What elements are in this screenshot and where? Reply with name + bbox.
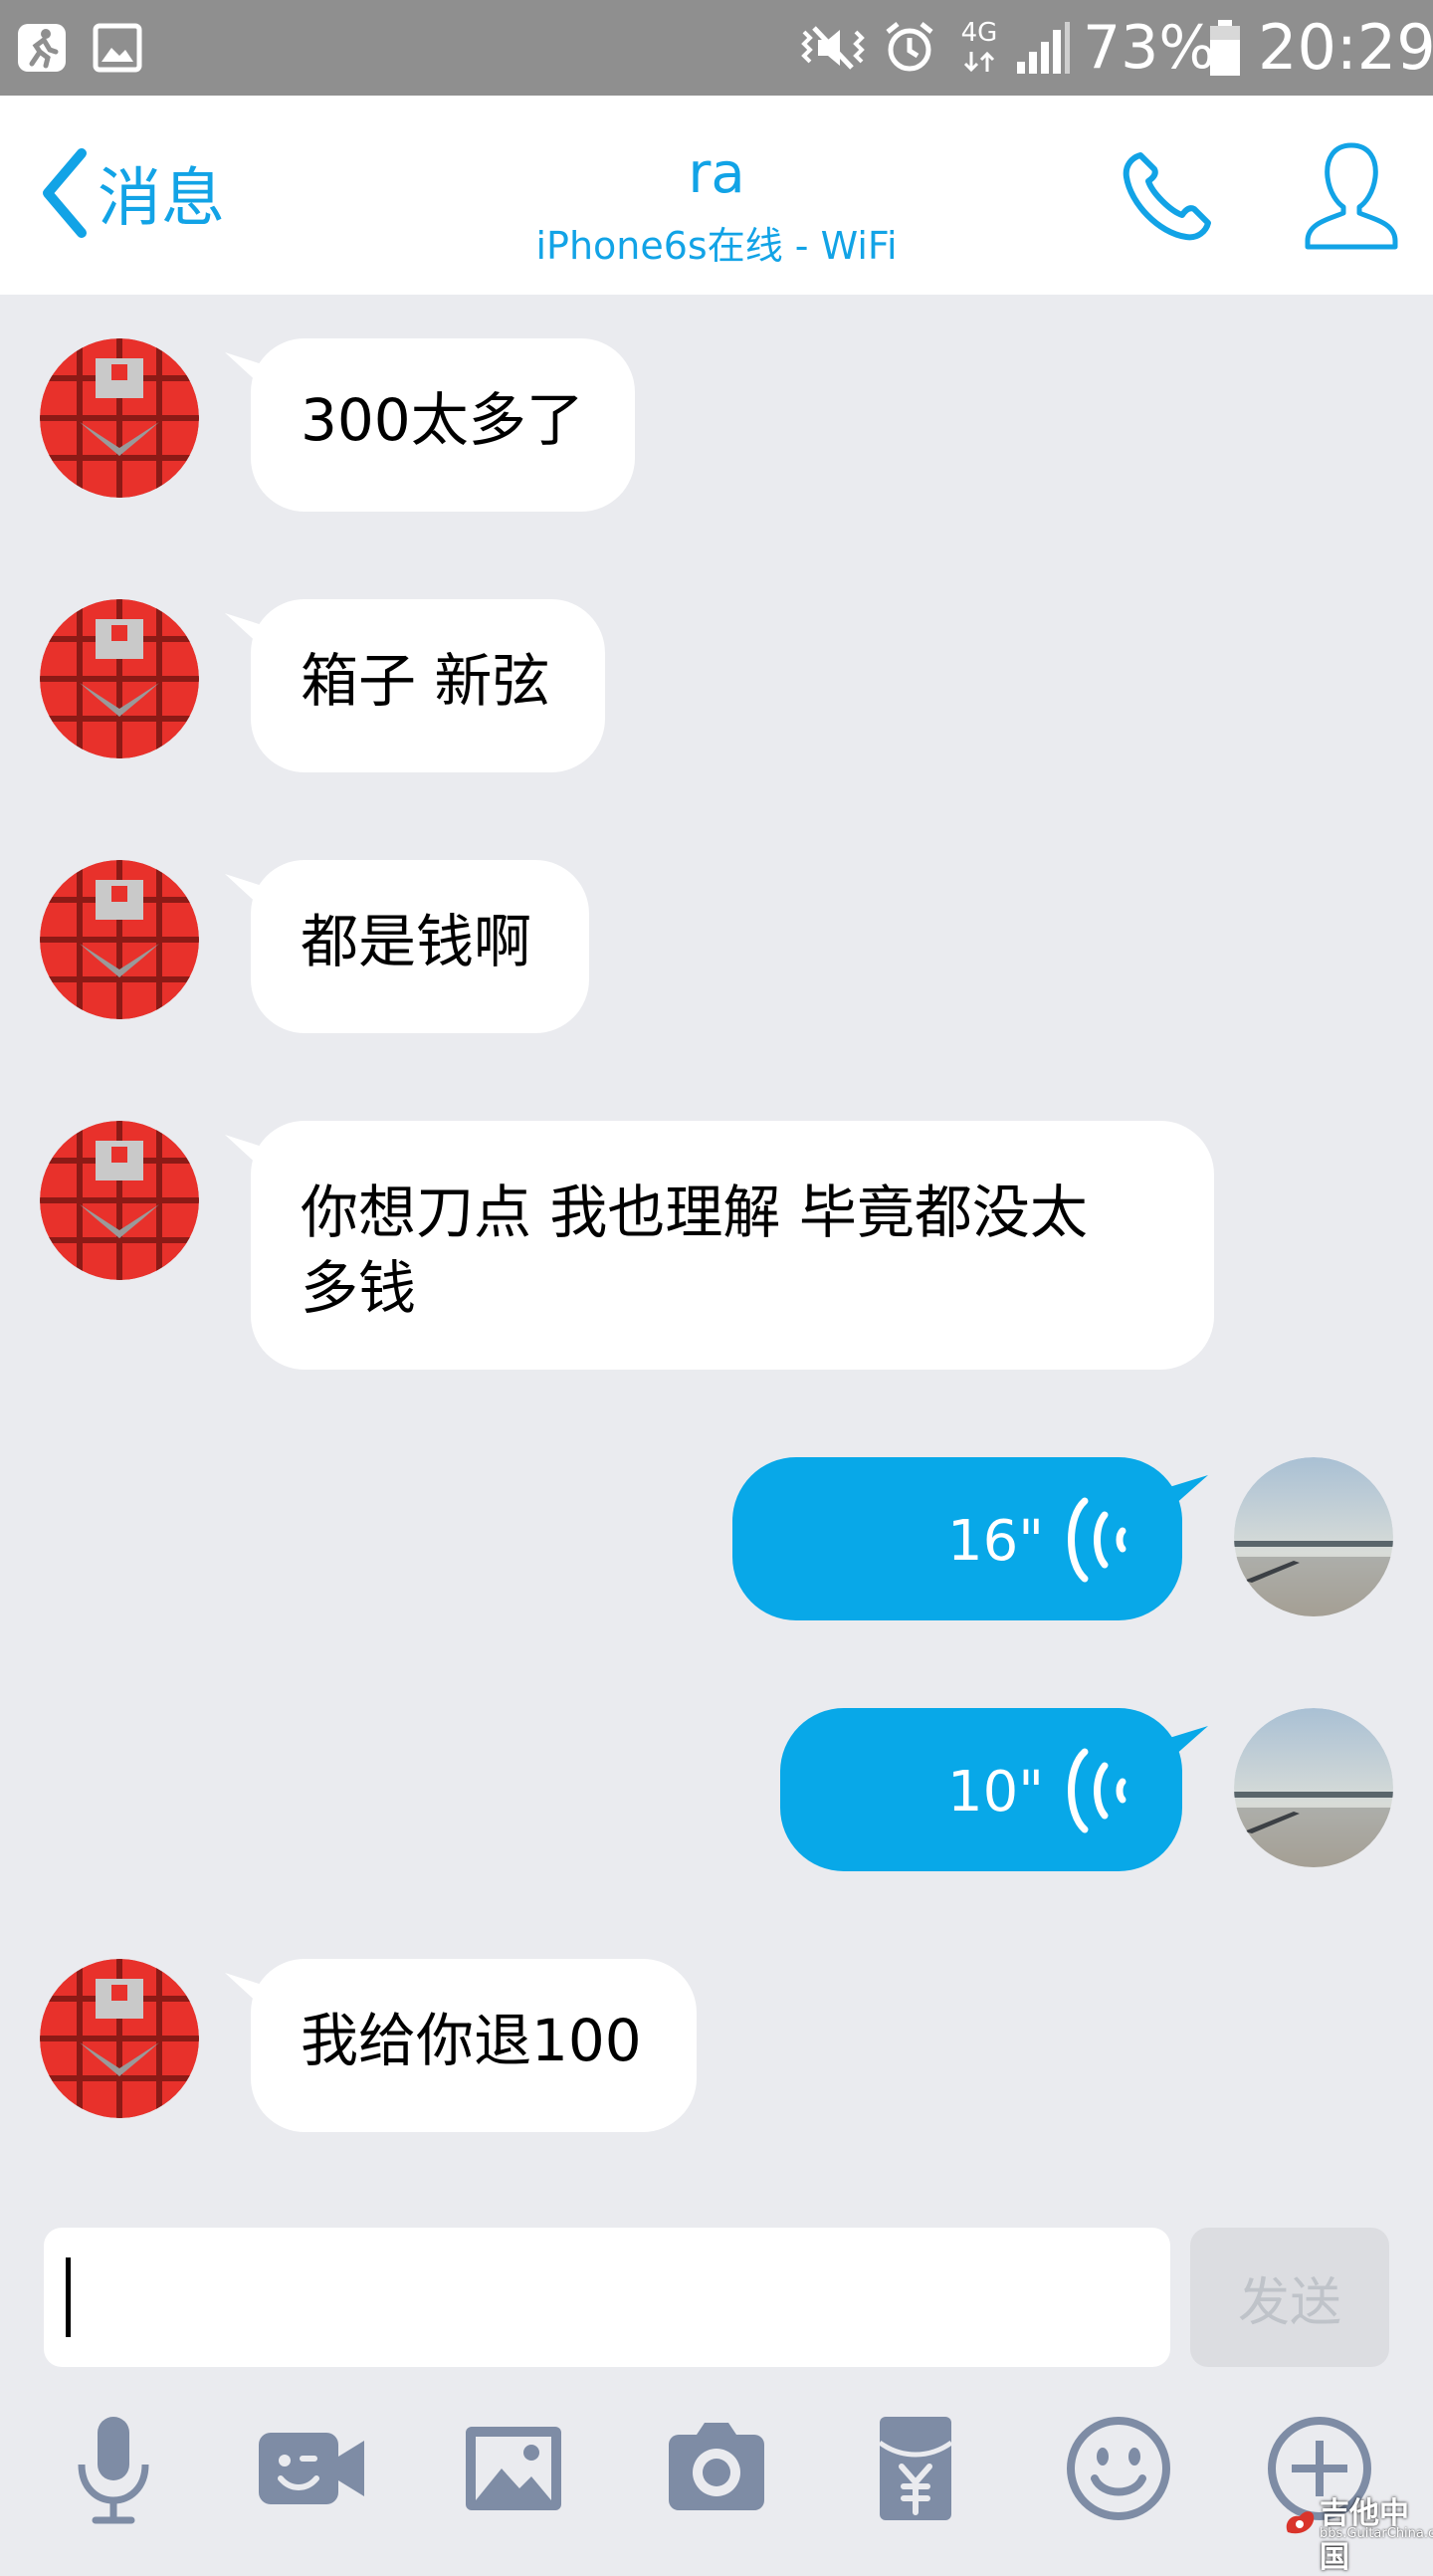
data-arrows-icon	[963, 51, 995, 73]
contact-avatar[interactable]	[40, 1121, 199, 1280]
status-time: 20:29	[1258, 11, 1433, 84]
contact-status: iPhone6s在线 - WiFi	[535, 224, 898, 268]
running-app-icon	[18, 24, 66, 72]
voice-message-outgoing[interactable]: 10"	[780, 1708, 1208, 1871]
contact-avatar[interactable]	[40, 599, 199, 758]
message-text: 都是钱啊	[301, 908, 532, 975]
voice-wave-icon[interactable]	[1055, 1746, 1134, 1835]
contact-avatar[interactable]	[40, 860, 199, 1019]
signal-icon	[1017, 22, 1070, 74]
send-button[interactable]: 发送	[1190, 2228, 1389, 2367]
red-packet-icon[interactable]	[856, 2409, 975, 2528]
guitar-logo-icon	[1286, 2511, 1315, 2534]
contact-avatar[interactable]	[40, 1959, 199, 2118]
message-text: 你想刀点 我也理解 毕竟都没太多钱	[301, 1179, 1088, 1322]
bubble-tail	[225, 874, 275, 920]
battery-percent: 73%	[1083, 13, 1216, 83]
voice-duration: 10"	[947, 1760, 1045, 1825]
contact-avatar[interactable]	[40, 338, 199, 498]
bubble-tail	[225, 1973, 275, 2019]
message-bubble-incoming[interactable]: 你想刀点 我也理解 毕竟都没太多钱	[225, 1121, 1214, 1370]
emoji-icon[interactable]	[1059, 2409, 1178, 2528]
avatar-image	[40, 860, 199, 1019]
bubble-tail	[225, 613, 275, 659]
bubble-tail	[1156, 1726, 1208, 1772]
contact-name[interactable]: ra	[0, 141, 1433, 206]
avatar-image	[40, 1959, 199, 2118]
status-bar: 4G 73% 20:29	[0, 0, 1433, 96]
avatar-image	[40, 599, 199, 758]
image-icon[interactable]	[454, 2409, 573, 2528]
phone-icon[interactable]	[1119, 147, 1216, 245]
message-bubble-incoming[interactable]: 箱子 新弦	[225, 599, 605, 772]
avatar-image	[40, 1121, 199, 1280]
bubble-tail	[1156, 1475, 1208, 1521]
voice-duration: 16"	[947, 1509, 1045, 1574]
message-text: 300太多了	[301, 386, 584, 454]
battery-icon	[1210, 20, 1240, 76]
message-bubble-incoming[interactable]: 我给你退100	[225, 1959, 697, 2132]
message-bubble-incoming[interactable]: 300太多了	[225, 338, 635, 512]
microphone-icon[interactable]	[54, 2409, 173, 2528]
bubble-tail	[225, 1135, 275, 1181]
user-avatar[interactable]	[1234, 1457, 1393, 1616]
site-watermark: 吉他中国 bbs.GuitarChina.com	[1280, 2484, 1433, 2575]
video-call-icon[interactable]	[253, 2409, 372, 2528]
camera-icon[interactable]	[657, 2409, 776, 2528]
user-avatar[interactable]	[1234, 1708, 1393, 1867]
avatar-image	[40, 338, 199, 498]
message-text: 我给你退100	[301, 2007, 642, 2074]
voice-message-outgoing[interactable]: 16"	[732, 1457, 1208, 1620]
text-caret	[66, 2257, 71, 2337]
profile-icon[interactable]	[1304, 141, 1399, 251]
avatar-image	[1234, 1457, 1393, 1616]
bubble-tail	[225, 352, 275, 398]
alarm-icon	[886, 22, 933, 72]
gallery-notification-icon	[93, 23, 142, 73]
vibrate-mute-icon	[801, 26, 865, 70]
avatar-image	[1234, 1708, 1393, 1867]
message-text: 箱子 新弦	[301, 647, 550, 715]
message-input[interactable]	[44, 2228, 1170, 2367]
chat-header: 消息 ra iPhone6s在线 - WiFi	[0, 96, 1433, 295]
voice-wave-icon[interactable]	[1055, 1495, 1134, 1585]
message-bubble-incoming[interactable]: 都是钱啊	[225, 860, 589, 1033]
watermark-subtitle: bbs.GuitarChina.com	[1320, 2526, 1433, 2541]
